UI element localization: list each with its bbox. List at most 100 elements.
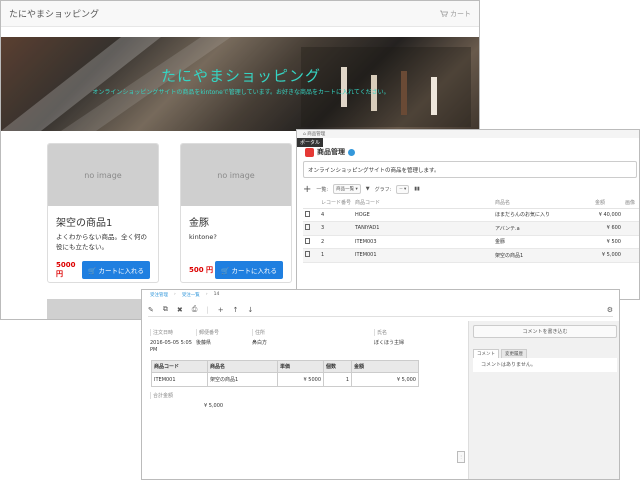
record-number: 3 [319,221,353,236]
app-icon [305,147,314,157]
record-detail-icon[interactable] [305,224,310,231]
table-row[interactable]: 2 ITEM003 金豚 ¥ 500 [303,235,639,249]
app-header: 商品管理 [305,147,355,157]
product-code: HOGE [353,208,493,222]
sidebar-tabs: コメント 変更履歴 [473,349,617,358]
product-description: よくわからない商品。全く何の役にも立たない。 [56,233,147,251]
no-comments-message: コメントはありません。 [473,358,617,372]
sidebar-toggle-handle[interactable]: ⋮ [457,451,465,463]
field-label: 合計金額 [150,392,230,399]
item-quantity: 1 [323,372,352,387]
table-header-blank [303,198,319,209]
app-description: オンラインショッピングサイトの商品を管理します。 [303,161,637,178]
table-row[interactable]: 1 ITEM001 架空の商品1 ¥ 5,000 [303,248,639,263]
record-detail-icon[interactable] [305,210,310,217]
add-to-cart-label: カートに入れる [98,267,145,275]
portal-tab[interactable]: ポータル [297,138,324,147]
add-record-icon[interactable]: + [303,184,311,195]
table-row[interactable]: 3 TANIYAD1 アバンテ.a ¥ 600 [303,221,639,236]
breadcrumb-item[interactable]: 商品管理 [307,132,325,137]
toolbar-divider: | [206,305,209,314]
breadcrumb: 受注管理 › 受注一覧 › 14 [142,290,619,299]
gear-icon[interactable]: ⚙ [607,306,613,314]
product-price: 5000 円 [56,261,76,278]
product-code: TANIYAD1 [353,221,493,236]
add-to-cart-button[interactable]: 🛒 カートに入れる [82,261,150,279]
info-icon[interactable] [348,148,355,156]
cart-link[interactable]: カート [440,9,471,19]
product-name: アバンテ.a [493,221,593,236]
comment-sidebar: コメントを書き込む コメント 変更履歴 コメントはありません。 [468,321,619,479]
table-header[interactable]: 画像 [623,198,639,209]
app-name: 商品管理 [317,148,345,156]
field-total: 合計金額 ¥ 5,000 [150,392,230,410]
product-price: ¥ 40,000 [593,208,623,222]
copy-icon[interactable]: ⧉ [163,305,168,314]
field-value: ぼくほう主婦 [374,340,405,346]
add-to-cart-button[interactable]: 🛒 カートに入れる [215,261,283,279]
record-detail-icon[interactable] [305,251,310,258]
field-label: 住所 [252,329,362,336]
graph-select[interactable]: -- ▾ [396,184,410,194]
order-items-table: 商品コード 商品名 単価 個数 金額 ITEM001 架空の商品1 ¥ 5000… [151,360,419,387]
field-label: 注文日時 [150,329,196,336]
home-icon[interactable]: ⌂ [303,132,306,137]
filter-icon[interactable]: ▼ [366,186,370,192]
shop-navbar: たにやまショッピング カート [1,1,479,27]
print-icon[interactable]: ⎙ [192,305,198,314]
chart-icon[interactable]: ▮▮ [414,186,420,192]
order-detail-window: 受注管理 › 受注一覧 › 14 ✎ ⧉ ✖ ⎙ | + ↑ ↓ ⚙ 注文日時 … [141,289,620,480]
shop-brand[interactable]: たにやまショッピング [9,7,99,20]
table-header[interactable]: レコード番号 [319,198,353,209]
graph-label: グラフ: [374,186,392,193]
tab-history[interactable]: 変更履歴 [501,349,527,358]
list-toolbar: + 一覧: 商品一覧 ▾ ▼ グラフ: -- ▾ ▮▮ [303,182,637,196]
field-value: 鼻白方 [252,340,268,346]
table-header[interactable]: 商品名 [493,198,593,209]
view-select[interactable]: 商品一覧 ▾ [333,184,361,194]
record-number: 2 [319,235,353,249]
product-name: 架空の商品1 [493,248,593,263]
write-comment-button[interactable]: コメントを書き込む [473,325,617,338]
previous-record-icon[interactable]: ↑ [233,306,239,314]
field-value: 後藤県 [196,340,212,346]
product-code: ITEM001 [353,248,493,263]
product-image: no image [48,144,158,206]
product-price: ¥ 5,000 [593,248,623,263]
record-number: 1 [319,248,353,263]
product-name: ほまだらんのお気に入り [493,208,593,222]
breadcrumb: ⌂ 商品管理 [297,130,639,138]
next-record-icon[interactable]: ↓ [247,306,253,314]
field-label: 氏名 [374,329,464,336]
product-name: 金豚 [493,235,593,249]
table-row[interactable]: 4 HOGE ほまだらんのお気に入り ¥ 40,000 [303,208,639,222]
records-table: レコード番号 商品コード 商品名 金額 画像 4 HOGE ほまだらんのお気に入… [303,198,639,263]
product-price: 500 円 [189,266,214,274]
table-header: 金額 [351,360,419,373]
field-order-datetime: 注文日時 2016-05-05 5:05 PM [150,329,196,354]
table-header: 個数 [323,360,352,373]
table-header[interactable]: 金額 [593,198,623,209]
delete-icon[interactable]: ✖ [177,306,183,314]
product-card: no image 架空の商品1 よくわからない商品。全く何の役にも立たない。 5… [47,143,159,283]
field-address: 住所 鼻白方 [252,329,362,347]
table-header: 商品コード [151,360,208,373]
table-header: 商品名 [207,360,278,373]
item-name: 架空の商品1 [207,372,278,387]
breadcrumb-item[interactable]: 受注管理 [150,292,168,298]
add-record-icon[interactable]: + [218,306,224,314]
product-price: ¥ 500 [593,235,623,249]
tab-comments[interactable]: コメント [473,349,499,358]
edit-icon[interactable]: ✎ [148,306,154,314]
table-header: 単価 [277,360,324,373]
item-code: ITEM001 [151,372,208,387]
hero-title: たにやまショッピング [160,67,321,85]
item-amount: ¥ 5,000 [351,372,419,387]
add-to-cart-label: カートに入れる [231,267,278,275]
product-card: no image 金豚 kintone? 500 円 🛒 カートに入れる [180,143,292,283]
breadcrumb-item[interactable]: 受注一覧 [182,292,200,298]
table-header[interactable]: 商品コード [353,198,493,209]
breadcrumb-separator: › [205,292,208,297]
record-detail-icon[interactable] [305,237,310,244]
hero-subtitle: オンラインショッピングサイトの商品をkintoneで管理しています。お好きな商品… [92,89,390,96]
